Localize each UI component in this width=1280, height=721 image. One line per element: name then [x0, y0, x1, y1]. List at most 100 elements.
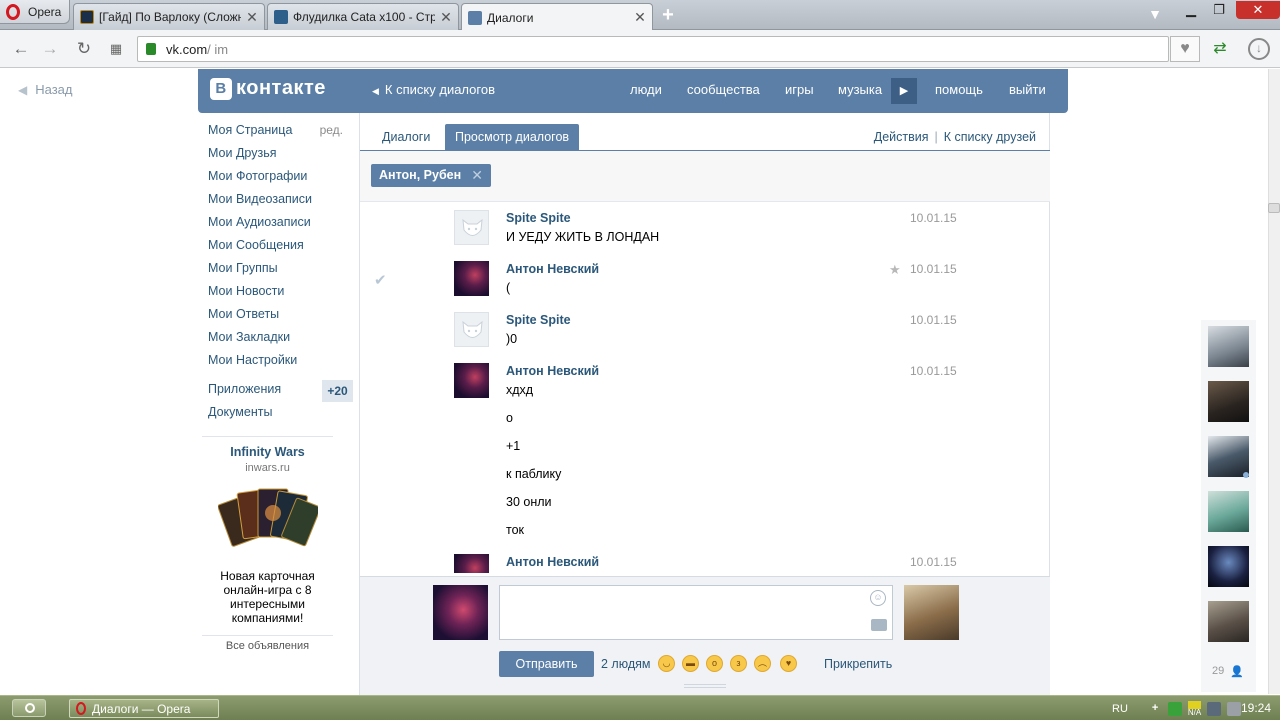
nav-logout[interactable]: выйти	[1009, 82, 1046, 97]
menu-bookmarks[interactable]: Мои Закладки	[208, 329, 353, 352]
network-icon[interactable]	[1207, 701, 1222, 716]
friends-count[interactable]: 29 👤	[1212, 665, 1244, 678]
message-date[interactable]: 10.01.15	[910, 364, 957, 378]
network-monitor-icon[interactable]	[1167, 701, 1182, 716]
taskbar-item-opera[interactable]: Диалоги — Opera	[69, 699, 219, 718]
avatar[interactable]	[454, 210, 489, 245]
tab-close-icon[interactable]: ✕	[440, 9, 452, 26]
actions-link[interactable]: Действия	[874, 124, 929, 150]
menu-photos[interactable]: Мои Фотографии	[208, 168, 353, 191]
scrollbar-thumb[interactable]	[1268, 203, 1280, 213]
tab-close-icon[interactable]: ✕	[634, 9, 646, 26]
ad-text[interactable]: Новая карточная онлайн-игра с 8 интересн…	[202, 569, 333, 625]
ad-image[interactable]	[218, 485, 318, 557]
minimize-icon[interactable]: ▁	[1178, 1, 1204, 19]
avatar[interactable]	[454, 363, 489, 398]
emoji-icon[interactable]: ☺	[870, 590, 886, 606]
tab-view-dialog[interactable]: Просмотр диалогов	[445, 124, 580, 150]
bookmark-heart-icon[interactable]: ♥	[1170, 36, 1200, 62]
message-date[interactable]: 10.01.15	[910, 313, 957, 327]
send-button[interactable]: Отправить	[499, 651, 594, 677]
back-arrow-icon[interactable]: ←	[9, 38, 33, 60]
friend-avatar[interactable]	[1208, 436, 1249, 477]
nav-communities[interactable]: сообщества	[687, 82, 760, 97]
browser-tab[interactable]: Флудилка Cata x100 - Страница ✕	[267, 3, 459, 30]
menu-audio[interactable]: Мои Аудиозаписи	[208, 214, 353, 237]
message-date[interactable]: 10.01.15	[910, 262, 957, 276]
wink-kiss-emoji-icon[interactable]: ♥	[780, 655, 797, 672]
friends-list-link[interactable]: К списку друзей	[944, 124, 1036, 150]
address-field[interactable]: vk.com/ im	[137, 36, 1169, 62]
nav-help[interactable]: помощь	[935, 82, 983, 97]
clock[interactable]: 19:24	[1241, 701, 1271, 715]
kiss-emoji-icon[interactable]: з	[730, 655, 747, 672]
check-icon[interactable]: ✔	[374, 271, 387, 289]
browser-tab[interactable]: [Гайд] По Варлоку (Сложность: ✕	[73, 3, 265, 30]
menu-settings[interactable]: Мои Настройки	[208, 352, 353, 375]
new-tab-button[interactable]: +	[660, 5, 676, 25]
opera-menu-button[interactable]: Opera	[0, 0, 70, 24]
tag-close-icon[interactable]: ✕	[471, 164, 483, 187]
menu-my-page[interactable]: Моя Страница ред.	[208, 122, 353, 145]
menu-documents[interactable]: Документы	[208, 405, 272, 419]
to-dialogs-link[interactable]: ◀ К списку диалогов	[372, 82, 495, 97]
avatar[interactable]	[454, 554, 489, 573]
star-icon[interactable]: ★	[889, 262, 901, 278]
my-avatar[interactable]	[433, 585, 488, 640]
menu-friends[interactable]: Мои Друзья	[208, 145, 353, 168]
translate-extension-icon[interactable]: ⇄	[1208, 38, 1232, 60]
shocked-emoji-icon[interactable]: o	[706, 655, 723, 672]
language-indicator[interactable]: RU	[1112, 703, 1128, 715]
friend-avatar[interactable]	[1208, 546, 1249, 587]
menu-groups[interactable]: Мои Группы	[208, 260, 353, 283]
recipients-count[interactable]: 2 людям	[601, 657, 650, 671]
window-close-icon[interactable]: ✕	[1236, 1, 1280, 19]
attach-link[interactable]: Прикрепить	[824, 657, 892, 671]
tab-dialogs[interactable]: Диалоги	[372, 124, 440, 150]
page-scrollbar[interactable]	[1268, 69, 1280, 694]
speed-dial-icon[interactable]: ▦	[104, 38, 128, 60]
message-author[interactable]: Антон Невский	[506, 364, 599, 378]
smile-emoji-icon[interactable]: ◡	[658, 655, 675, 672]
resize-grip-icon[interactable]	[684, 684, 726, 688]
maximize-icon[interactable]: ❐	[1206, 1, 1232, 19]
menu-messages[interactable]: Мои Сообщения	[208, 237, 353, 260]
message-input[interactable]	[499, 585, 893, 640]
participants-tag[interactable]: Антон, Рубен ✕	[371, 164, 491, 187]
nav-music[interactable]: музыка	[838, 82, 882, 97]
start-button[interactable]	[12, 699, 46, 717]
plus-icon[interactable]: +	[1152, 702, 1162, 716]
message-date[interactable]: 10.01.15	[910, 211, 957, 225]
message-date[interactable]: 10.01.15	[910, 555, 957, 569]
back-link[interactable]: ◀ Назад	[18, 82, 72, 97]
message-author[interactable]: Spite Spite	[506, 211, 571, 225]
message-author[interactable]: Антон Невский	[506, 555, 599, 569]
forward-arrow-icon[interactable]: →	[38, 38, 62, 60]
tab-menu-icon[interactable]: ▼	[1146, 6, 1164, 22]
edit-link[interactable]: ред.	[320, 122, 343, 139]
na-indicator[interactable]: N/A	[1187, 700, 1202, 717]
download-icon[interactable]: ↓	[1248, 38, 1270, 60]
message-author[interactable]: Антон Невский	[506, 262, 599, 276]
friend-avatar[interactable]	[1208, 381, 1249, 422]
menu-apps[interactable]: Приложения +20	[208, 380, 353, 402]
friend-avatar[interactable]	[1208, 326, 1249, 367]
menu-videos[interactable]: Мои Видеозаписи	[208, 191, 353, 214]
recipient-avatar[interactable]	[904, 585, 959, 640]
message-author[interactable]: Spite Spite	[506, 313, 571, 327]
browser-tab-active[interactable]: Диалоги ✕	[461, 3, 653, 31]
camera-icon[interactable]	[871, 619, 887, 631]
nav-games[interactable]: игры	[785, 82, 814, 97]
friend-avatar[interactable]	[1208, 491, 1249, 532]
sad-emoji-icon[interactable]: ︵	[754, 655, 771, 672]
grin-emoji-icon[interactable]: ▬	[682, 655, 699, 672]
ad-title[interactable]: Infinity Wars	[202, 445, 333, 459]
reload-icon[interactable]: ↻	[72, 38, 96, 60]
all-ads-link[interactable]: Все объявления	[202, 640, 333, 652]
tab-close-icon[interactable]: ✕	[246, 9, 258, 26]
avatar[interactable]	[454, 261, 489, 296]
avatar[interactable]	[454, 312, 489, 347]
nav-people[interactable]: люди	[630, 82, 662, 97]
menu-news[interactable]: Мои Новости	[208, 283, 353, 306]
vk-logo[interactable]: В контакте	[210, 77, 326, 100]
